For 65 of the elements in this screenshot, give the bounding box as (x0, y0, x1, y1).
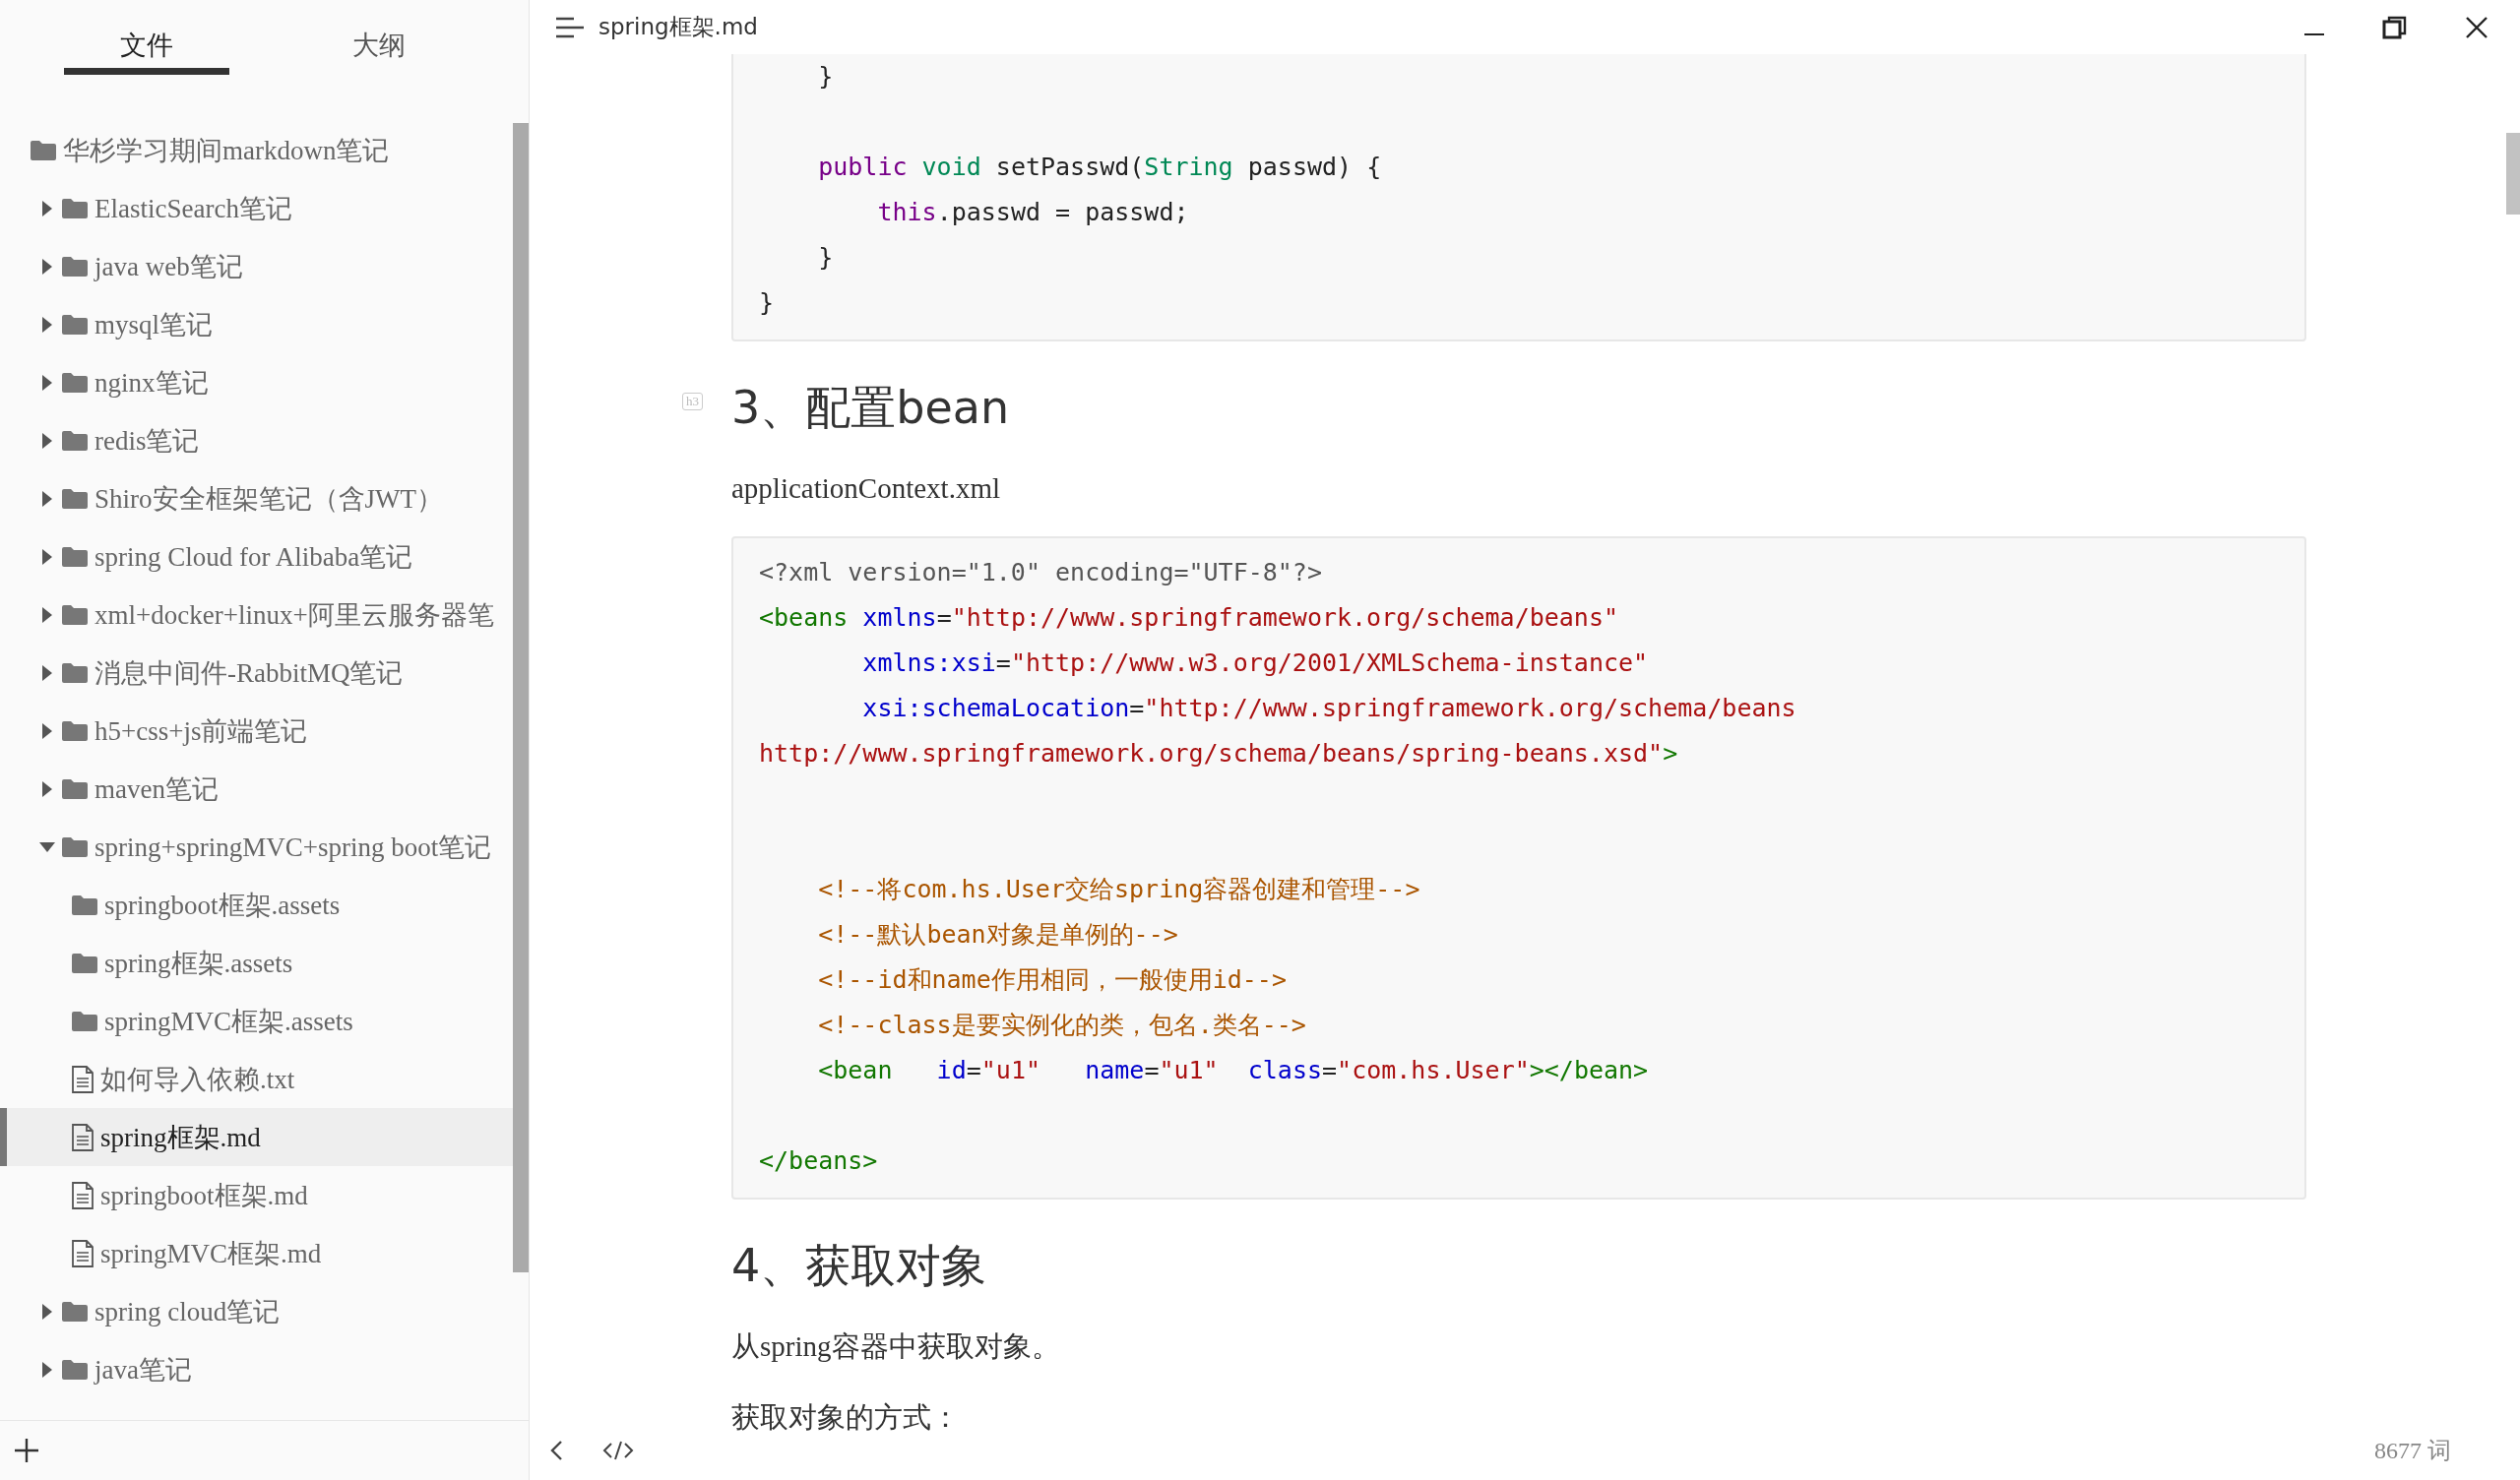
folder-icon (61, 197, 89, 219)
code-block: <?xml version="1.0" encoding="UTF-8"?> <beans xmlns="http://www.springframework.org/schema/beans" xmlns:xsi="http://www.w3.org/2001/XMLSchema-instance" xsi:schemaLocation="http://www.springframework.org/schema/beans http://www.springframework.org/schema/beans/spring-beans.xsd"> <!--将com.hs.User交给spring容器创建和管理--> <!--默认bean对象是单例的--> <!--id和name作用相同，一般使用id--> <!--class是要实例化的类，包名.类名--> <bean id="u1" name="u1" class="com.hs.User"></bean> </beans> (731, 536, 2306, 1200)
folder-icon (61, 487, 89, 510)
window-title: spring框架.md (598, 13, 758, 41)
folder-icon (61, 545, 89, 568)
file-tree-item[interactable]: java web笔记 (0, 237, 513, 295)
folder-icon (61, 429, 89, 452)
restore-icon[interactable] (2382, 14, 2408, 40)
sidebar-tab[interactable]: 文件 (64, 28, 229, 75)
file-tree-item[interactable]: spring Cloud for Alibaba笔记 (0, 527, 513, 586)
file-tree-item[interactable]: xml+docker+linux+阿里云服务器笔 (0, 586, 513, 644)
file-tree-item[interactable]: 华杉学习期间markdown笔记 (0, 121, 513, 179)
file-tree-item[interactable]: java笔记 (0, 1340, 513, 1398)
word-count: 8677 词 (2374, 1437, 2451, 1465)
folder-icon (71, 894, 98, 916)
file-tree-item[interactable]: spring框架.assets (0, 934, 513, 992)
file-tree-item[interactable]: springMVC框架.assets (0, 992, 513, 1050)
folder-icon (61, 255, 89, 278)
file-tree-item[interactable]: spring框架.md (0, 1108, 513, 1166)
file-tree-item[interactable]: maven笔记 (0, 760, 513, 818)
file-tree-item[interactable]: redis笔记 (0, 411, 513, 469)
folder-icon (61, 777, 89, 800)
scrollbar-thumb[interactable] (513, 123, 529, 1272)
folder-icon (61, 719, 89, 742)
scrollbar-thumb[interactable] (2506, 133, 2520, 215)
close-icon[interactable] (2465, 15, 2488, 39)
folder-icon (61, 313, 89, 336)
paragraph: 从spring容器中获取对象。 (731, 1329, 1061, 1364)
menu-icon[interactable] (555, 16, 585, 38)
sidebar-tab[interactable]: 大纲 (296, 28, 462, 75)
code-block: } public void setPasswd(String passwd) { this.passwd = passwd; } } (731, 54, 2306, 341)
document-icon (71, 1239, 94, 1267)
folder-icon (71, 952, 98, 974)
folder-icon (71, 1010, 98, 1032)
source-code-icon[interactable] (602, 1440, 634, 1461)
section-heading: 4、获取对象 (731, 1238, 987, 1294)
file-tree-item[interactable]: nginx笔记 (0, 353, 513, 411)
file-tree-item[interactable]: springboot框架.md (0, 1166, 513, 1224)
folder-icon (30, 139, 57, 161)
file-tree-item[interactable]: 如何导入依赖.txt (0, 1050, 513, 1108)
file-tree-item[interactable]: spring cloud笔记 (0, 1282, 513, 1340)
paragraph: applicationContext.xml (731, 471, 1002, 506)
file-tree-item[interactable]: h5+css+js前端笔记 (0, 702, 513, 760)
file-tree-item[interactable]: spring+springMVC+spring boot笔记 (0, 818, 513, 876)
folder-icon (61, 1358, 89, 1381)
folder-icon (61, 661, 89, 684)
section-heading: 3、配置bean (731, 380, 1010, 436)
document-icon (71, 1065, 94, 1093)
document-icon (71, 1181, 94, 1209)
file-tree-item[interactable]: Shiro安全框架笔记（含JWT） (0, 469, 513, 527)
heading-level-badge: h3 (682, 393, 703, 410)
file-tree-item[interactable]: mysql笔记 (0, 295, 513, 353)
folder-icon (61, 371, 89, 394)
folder-icon (61, 1300, 89, 1323)
caret-down-icon[interactable] (39, 841, 55, 852)
file-tree-item[interactable]: 消息中间件-RabbitMQ笔记 (0, 644, 513, 702)
paragraph: 获取对象的方式： (731, 1400, 961, 1435)
document-icon (71, 1123, 94, 1151)
file-tree-item[interactable]: springboot框架.assets (0, 876, 513, 934)
add-icon[interactable] (14, 1438, 39, 1463)
folder-icon (61, 835, 89, 858)
file-tree-item[interactable]: ElasticSearch笔记 (0, 179, 513, 237)
file-tree-item[interactable]: springMVC框架.md (0, 1224, 513, 1282)
folder-icon (61, 603, 89, 626)
back-icon[interactable] (549, 1440, 563, 1461)
